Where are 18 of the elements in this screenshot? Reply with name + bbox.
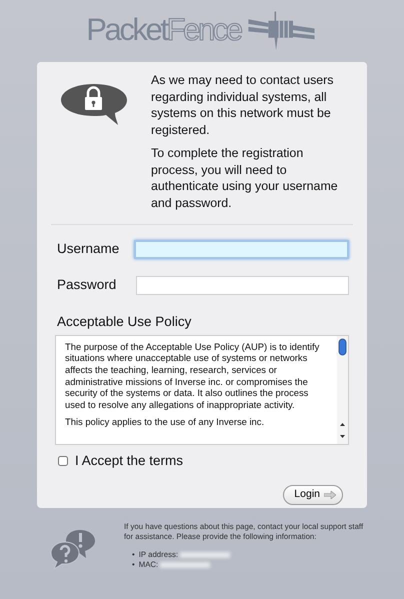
lock-bubble-icon [59, 82, 129, 128]
arrow-icon [324, 490, 336, 499]
policy-title: Acceptable Use Policy [57, 312, 192, 331]
field-label: Username [57, 240, 120, 258]
blurred-value [180, 552, 230, 558]
input-field[interactable] [134, 240, 349, 259]
intro-text: As we may need to contact users regarding individual systems, all systems on this network must be registered. [151, 72, 335, 138]
policy-paragraph: This policy applies to the use of any Inverse inc. [65, 416, 266, 428]
field-label: Password [57, 276, 118, 294]
policy-paragraph: The purpose of the Acceptable Use Policy (AUP) is to identify situations where unacceptable use of systems or networks affects the teaching, learning, research, services or administrative missions of Inverse inc. or compromises the security of the systems or data. It also outlines the process used to resolve any allegations of inappropriate activity. [65, 340, 320, 410]
scrollbar[interactable] [337, 336, 348, 444]
login-button[interactable]: Login [283, 485, 343, 505]
blurred-value [160, 562, 210, 568]
checkbox-label: I Accept the terms [75, 452, 184, 470]
intro-text: To complete the registration process, you will need to authenticate using your username and password. [151, 145, 339, 211]
logo-wordmark: PacketFence [86, 12, 243, 48]
accept-checkbox[interactable] [58, 456, 68, 466]
input-field[interactable] [136, 276, 349, 295]
